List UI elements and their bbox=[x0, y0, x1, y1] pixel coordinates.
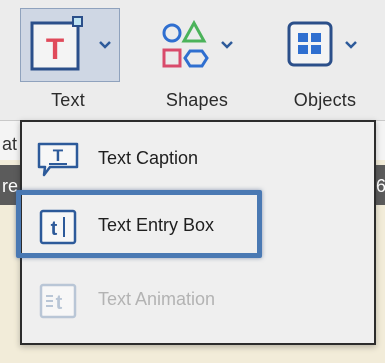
menu-item-text-caption[interactable]: T Text Caption bbox=[22, 128, 374, 190]
text-dropdown-menu: T Text Caption t Text Entry Box t Text A… bbox=[16, 120, 376, 345]
text-tool-button[interactable]: T Text bbox=[18, 0, 120, 120]
text-animation-icon: t bbox=[39, 283, 77, 319]
svg-text:T: T bbox=[53, 146, 64, 165]
menu-item-label: Text Entry Box bbox=[98, 215, 215, 235]
chevron-down-icon[interactable] bbox=[344, 40, 358, 50]
objects-tool-button[interactable]: Objects bbox=[280, 0, 370, 120]
text-caption-icon: T bbox=[37, 142, 79, 177]
objects-tool-icon bbox=[287, 21, 333, 67]
svg-text:t: t bbox=[51, 218, 58, 240]
toolbar: T Text Shapes Objects bbox=[0, 0, 385, 121]
text-tool-label: Text bbox=[51, 90, 85, 110]
menu-item-text-animation: t Text Animation bbox=[22, 269, 374, 331]
svg-text:T: T bbox=[46, 33, 64, 66]
menu-item-label: Text Caption bbox=[98, 148, 199, 168]
shapes-tool-label: Shapes bbox=[165, 90, 229, 110]
menu-item-text-entry-box[interactable]: t Text Entry Box bbox=[16, 190, 374, 258]
text-entry-box-icon: t bbox=[39, 209, 77, 245]
background-text-fragment: at bbox=[2, 134, 18, 154]
menu-item-label: Text Animation bbox=[98, 289, 216, 309]
shapes-tool-button[interactable]: Shapes bbox=[152, 0, 242, 120]
chevron-down-icon[interactable] bbox=[220, 40, 234, 50]
chevron-down-icon[interactable] bbox=[98, 40, 112, 50]
svg-text:t: t bbox=[56, 292, 63, 314]
objects-tool-label: Objects bbox=[293, 90, 357, 110]
shapes-tool-icon bbox=[162, 20, 209, 68]
background-text-fragment: 6 bbox=[376, 176, 385, 196]
